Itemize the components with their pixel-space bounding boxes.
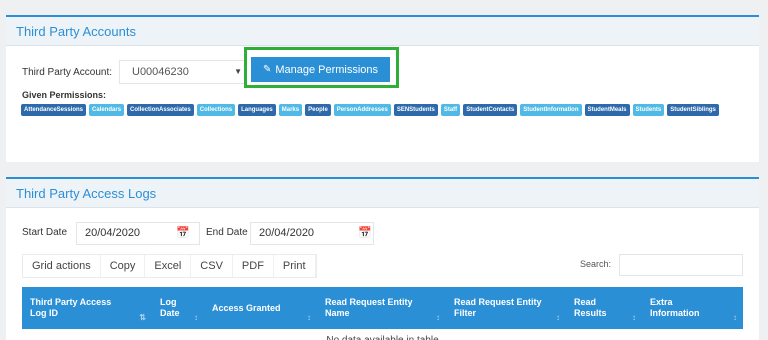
caret-down-icon: ▼: [234, 67, 242, 76]
calendar-icon[interactable]: 📅: [176, 226, 190, 239]
account-label: Third Party Account:: [22, 67, 113, 78]
panel-header: Third Party Accounts: [6, 17, 759, 46]
column-header-label: Read Results: [574, 297, 607, 318]
sort-icon: ↕: [556, 313, 560, 322]
column-header-label: Extra Information: [650, 297, 700, 318]
permission-tag: Marks: [278, 104, 303, 116]
column-header-label: Read Request Entity Name: [325, 297, 413, 318]
end-date-label: End Date: [206, 227, 248, 238]
permission-tag: CollectionAssociates: [127, 104, 194, 116]
permission-tag: Calendars: [89, 104, 125, 116]
start-date-label: Start Date: [22, 227, 68, 238]
search-input[interactable]: [619, 254, 743, 276]
manage-permissions-button[interactable]: ✎ Manage Permissions: [251, 57, 390, 82]
grid-button-copy[interactable]: Copy: [101, 255, 146, 277]
permission-tag: SENStudents: [393, 104, 438, 116]
start-date-value: 20/04/2020: [85, 227, 141, 239]
permission-tag: Staff: [440, 104, 461, 116]
grid-button-print[interactable]: Print: [274, 255, 316, 277]
column-header[interactable]: Third Party Access Log ID ⇅: [22, 287, 152, 329]
grid-button-pdf[interactable]: PDF: [233, 255, 274, 277]
column-header[interactable]: Read Results ↕: [566, 287, 642, 329]
third-party-access-logs-panel: Third Party Access Logs Start Date 20/04…: [6, 177, 759, 340]
given-permissions-label: Given Permissions:: [22, 90, 107, 100]
column-header[interactable]: Read Request Entity Name ↕: [317, 287, 446, 329]
column-header[interactable]: Read Request Entity Filter ↕: [446, 287, 566, 329]
search-label: Search:: [580, 259, 612, 269]
sort-icon: ↕: [733, 313, 737, 322]
grid-button-csv[interactable]: CSV: [191, 255, 233, 277]
permission-tags: AttendanceSessions Calendars CollectionAss…: [21, 104, 751, 116]
table-header: Third Party Access Log ID ⇅ Log Date ↕ Acces…: [22, 287, 743, 329]
permission-tag: PersonAddresses: [333, 104, 391, 116]
account-select[interactable]: U00046230 ▼: [119, 60, 247, 84]
permission-tag: StudentContacts: [463, 104, 518, 116]
permission-tag: StudentMeals: [584, 104, 630, 116]
permission-tag: People: [305, 104, 331, 116]
permission-tag: Collections: [196, 104, 236, 116]
edit-icon: ✎: [262, 64, 272, 75]
grid-button-grid-actions[interactable]: Grid actions: [23, 255, 101, 277]
column-header-label: Log Date: [160, 297, 180, 318]
column-header[interactable]: Extra Information ↕: [642, 287, 743, 329]
sort-icon: ↕: [436, 313, 440, 322]
column-header-label: Access Granted: [212, 302, 281, 313]
permission-tag: StudentSiblings: [667, 104, 719, 116]
account-value: U00046230: [132, 66, 189, 78]
column-header[interactable]: Access Granted ↕: [204, 287, 317, 329]
third-party-accounts-panel: Third Party Accounts Third Party Account…: [6, 15, 759, 162]
panel-header: Third Party Access Logs: [6, 179, 759, 208]
panel-title: Third Party Access Logs: [16, 185, 157, 201]
sort-icon: ↕: [194, 313, 198, 322]
empty-table-message: No data available in table: [22, 329, 743, 340]
column-header-label: Read Request Entity Filter: [454, 297, 542, 318]
column-header[interactable]: Log Date ↕: [152, 287, 204, 329]
manage-permissions-label: Manage Permissions: [275, 63, 379, 76]
permission-tag: AttendanceSessions: [21, 104, 87, 116]
end-date-value: 20/04/2020: [259, 227, 315, 239]
grid-button-excel[interactable]: Excel: [145, 255, 192, 277]
end-date-input[interactable]: 20/04/2020: [250, 222, 374, 245]
permission-tag: Students: [632, 104, 665, 116]
sort-icon: ↕: [307, 313, 311, 322]
sort-icon: ↕: [632, 313, 636, 322]
panel-title: Third Party Accounts: [16, 23, 136, 39]
permission-tag: Languages: [238, 104, 276, 116]
grid-actions-bar: Grid actions Copy Excel CSV PDF Print: [22, 254, 317, 278]
calendar-icon[interactable]: 📅: [358, 226, 372, 239]
sort-icon: ⇅: [139, 313, 146, 322]
permission-tag: StudentInformation: [520, 104, 582, 116]
column-header-label: Third Party Access Log ID: [30, 297, 112, 318]
